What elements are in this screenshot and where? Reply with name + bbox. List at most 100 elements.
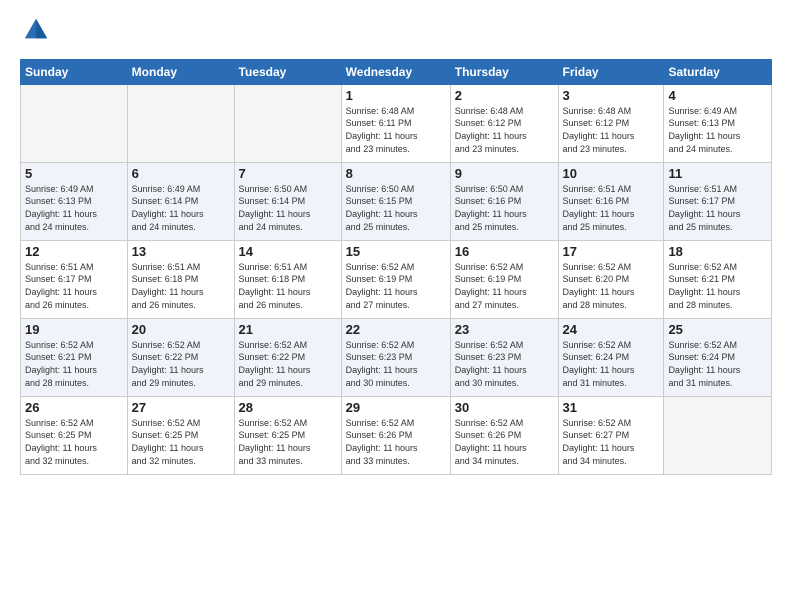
calendar-cell: 6Sunrise: 6:49 AM Sunset: 6:14 PM Daylig…	[127, 162, 234, 240]
calendar-cell: 1Sunrise: 6:48 AM Sunset: 6:11 PM Daylig…	[341, 84, 450, 162]
day-info: Sunrise: 6:52 AM Sunset: 6:24 PM Dayligh…	[563, 339, 660, 389]
day-info: Sunrise: 6:52 AM Sunset: 6:24 PM Dayligh…	[668, 339, 767, 389]
day-info: Sunrise: 6:49 AM Sunset: 6:13 PM Dayligh…	[25, 183, 123, 233]
week-row-2: 5 Sunrise: 6:49 AM Sunset: 6:13 PM Daylig…	[21, 162, 772, 240]
day-info: Sunrise: 6:52 AM Sunset: 6:25 PM Dayligh…	[25, 417, 123, 467]
day-number: 15	[346, 244, 446, 259]
week-row-1: 1Sunrise: 6:48 AM Sunset: 6:11 PM Daylig…	[21, 84, 772, 162]
day-info: Sunrise: 6:52 AM Sunset: 6:22 PM Dayligh…	[132, 339, 230, 389]
logo	[20, 16, 50, 49]
calendar-cell: 18Sunrise: 6:52 AM Sunset: 6:21 PM Dayli…	[664, 240, 772, 318]
logo-text	[20, 16, 50, 49]
calendar-cell: 16 Sunrise: 6:52 AM Sunset: 6:19 PM Dayli…	[450, 240, 558, 318]
calendar-cell: 20 Sunrise: 6:52 AM Sunset: 6:22 PM Dayli…	[127, 318, 234, 396]
day-number: 8	[346, 166, 446, 181]
day-number: 29	[346, 400, 446, 415]
day-number: 27	[132, 400, 230, 415]
day-number: 24	[563, 322, 660, 337]
calendar-cell: 25 Sunrise: 6:52 AM Sunset: 6:24 PM Dayli…	[664, 318, 772, 396]
day-number: 11	[668, 166, 767, 181]
calendar-cell: 30Sunrise: 6:52 AM Sunset: 6:26 PM Dayli…	[450, 396, 558, 474]
day-number: 30	[455, 400, 554, 415]
day-info: Sunrise: 6:52 AM Sunset: 6:21 PM Dayligh…	[25, 339, 123, 389]
calendar-cell: 22 Sunrise: 6:52 AM Sunset: 6:23 PM Dayli…	[341, 318, 450, 396]
day-number: 6	[132, 166, 230, 181]
calendar-cell: 3 Sunrise: 6:48 AM Sunset: 6:12 PM Daylig…	[558, 84, 664, 162]
page: SundayMondayTuesdayWednesdayThursdayFrid…	[0, 0, 792, 612]
weekday-header-friday: Friday	[558, 59, 664, 84]
day-info: Sunrise: 6:52 AM Sunset: 6:19 PM Dayligh…	[346, 261, 446, 311]
day-number: 9	[455, 166, 554, 181]
calendar-cell: 4 Sunrise: 6:49 AM Sunset: 6:13 PM Daylig…	[664, 84, 772, 162]
day-number: 12	[25, 244, 123, 259]
day-number: 21	[239, 322, 337, 337]
day-number: 13	[132, 244, 230, 259]
weekday-header-thursday: Thursday	[450, 59, 558, 84]
day-number: 31	[563, 400, 660, 415]
day-info: Sunrise: 6:52 AM Sunset: 6:20 PM Dayligh…	[563, 261, 660, 311]
day-number: 14	[239, 244, 337, 259]
day-info: Sunrise: 6:52 AM Sunset: 6:23 PM Dayligh…	[455, 339, 554, 389]
day-info: Sunrise: 6:48 AM Sunset: 6:12 PM Dayligh…	[455, 105, 554, 155]
calendar-cell	[234, 84, 341, 162]
day-number: 16	[455, 244, 554, 259]
day-info: Sunrise: 6:52 AM Sunset: 6:23 PM Dayligh…	[346, 339, 446, 389]
calendar-cell: 24 Sunrise: 6:52 AM Sunset: 6:24 PM Dayli…	[558, 318, 664, 396]
weekday-header-tuesday: Tuesday	[234, 59, 341, 84]
day-info: Sunrise: 6:52 AM Sunset: 6:19 PM Dayligh…	[455, 261, 554, 311]
day-number: 22	[346, 322, 446, 337]
week-row-3: 12 Sunrise: 6:51 AM Sunset: 6:17 PM Dayli…	[21, 240, 772, 318]
day-number: 5	[25, 166, 123, 181]
day-number: 17	[563, 244, 660, 259]
day-number: 4	[668, 88, 767, 103]
day-info: Sunrise: 6:50 AM Sunset: 6:14 PM Dayligh…	[239, 183, 337, 233]
calendar-cell: 29 Sunrise: 6:52 AM Sunset: 6:26 PM Dayli…	[341, 396, 450, 474]
day-number: 7	[239, 166, 337, 181]
day-number: 26	[25, 400, 123, 415]
day-number: 10	[563, 166, 660, 181]
calendar-cell: 15 Sunrise: 6:52 AM Sunset: 6:19 PM Dayli…	[341, 240, 450, 318]
calendar-cell: 19Sunrise: 6:52 AM Sunset: 6:21 PM Dayli…	[21, 318, 128, 396]
logo-icon	[22, 16, 50, 44]
day-info: Sunrise: 6:52 AM Sunset: 6:22 PM Dayligh…	[239, 339, 337, 389]
calendar-cell: 9 Sunrise: 6:50 AM Sunset: 6:16 PM Daylig…	[450, 162, 558, 240]
day-info: Sunrise: 6:52 AM Sunset: 6:25 PM Dayligh…	[132, 417, 230, 467]
day-number: 3	[563, 88, 660, 103]
day-info: Sunrise: 6:51 AM Sunset: 6:18 PM Dayligh…	[132, 261, 230, 311]
day-info: Sunrise: 6:49 AM Sunset: 6:13 PM Dayligh…	[668, 105, 767, 155]
day-number: 25	[668, 322, 767, 337]
day-number: 18	[668, 244, 767, 259]
calendar-cell	[21, 84, 128, 162]
calendar-cell: 10Sunrise: 6:51 AM Sunset: 6:16 PM Dayli…	[558, 162, 664, 240]
week-row-4: 19Sunrise: 6:52 AM Sunset: 6:21 PM Dayli…	[21, 318, 772, 396]
calendar-cell	[664, 396, 772, 474]
calendar-cell: 2 Sunrise: 6:48 AM Sunset: 6:12 PM Daylig…	[450, 84, 558, 162]
calendar-cell: 13 Sunrise: 6:51 AM Sunset: 6:18 PM Dayli…	[127, 240, 234, 318]
weekday-header-saturday: Saturday	[664, 59, 772, 84]
calendar-cell: 8Sunrise: 6:50 AM Sunset: 6:15 PM Daylig…	[341, 162, 450, 240]
day-info: Sunrise: 6:51 AM Sunset: 6:17 PM Dayligh…	[25, 261, 123, 311]
day-info: Sunrise: 6:50 AM Sunset: 6:16 PM Dayligh…	[455, 183, 554, 233]
day-number: 28	[239, 400, 337, 415]
calendar-cell: 14 Sunrise: 6:51 AM Sunset: 6:18 PM Dayli…	[234, 240, 341, 318]
day-info: Sunrise: 6:52 AM Sunset: 6:26 PM Dayligh…	[346, 417, 446, 467]
day-info: Sunrise: 6:52 AM Sunset: 6:25 PM Dayligh…	[239, 417, 337, 467]
day-number: 2	[455, 88, 554, 103]
calendar-cell: 5 Sunrise: 6:49 AM Sunset: 6:13 PM Daylig…	[21, 162, 128, 240]
day-number: 23	[455, 322, 554, 337]
day-info: Sunrise: 6:51 AM Sunset: 6:18 PM Dayligh…	[239, 261, 337, 311]
weekday-header-sunday: Sunday	[21, 59, 128, 84]
calendar-cell: 7 Sunrise: 6:50 AM Sunset: 6:14 PM Daylig…	[234, 162, 341, 240]
calendar-cell	[127, 84, 234, 162]
day-info: Sunrise: 6:51 AM Sunset: 6:17 PM Dayligh…	[668, 183, 767, 233]
calendar-cell: 27 Sunrise: 6:52 AM Sunset: 6:25 PM Dayli…	[127, 396, 234, 474]
calendar-cell: 12 Sunrise: 6:51 AM Sunset: 6:17 PM Dayli…	[21, 240, 128, 318]
calendar-cell: 21 Sunrise: 6:52 AM Sunset: 6:22 PM Dayli…	[234, 318, 341, 396]
calendar-cell: 11 Sunrise: 6:51 AM Sunset: 6:17 PM Dayli…	[664, 162, 772, 240]
day-info: Sunrise: 6:48 AM Sunset: 6:12 PM Dayligh…	[563, 105, 660, 155]
header	[20, 16, 772, 49]
calendar-cell: 17 Sunrise: 6:52 AM Sunset: 6:20 PM Dayli…	[558, 240, 664, 318]
day-number: 20	[132, 322, 230, 337]
weekday-header-row: SundayMondayTuesdayWednesdayThursdayFrid…	[21, 59, 772, 84]
weekday-header-monday: Monday	[127, 59, 234, 84]
